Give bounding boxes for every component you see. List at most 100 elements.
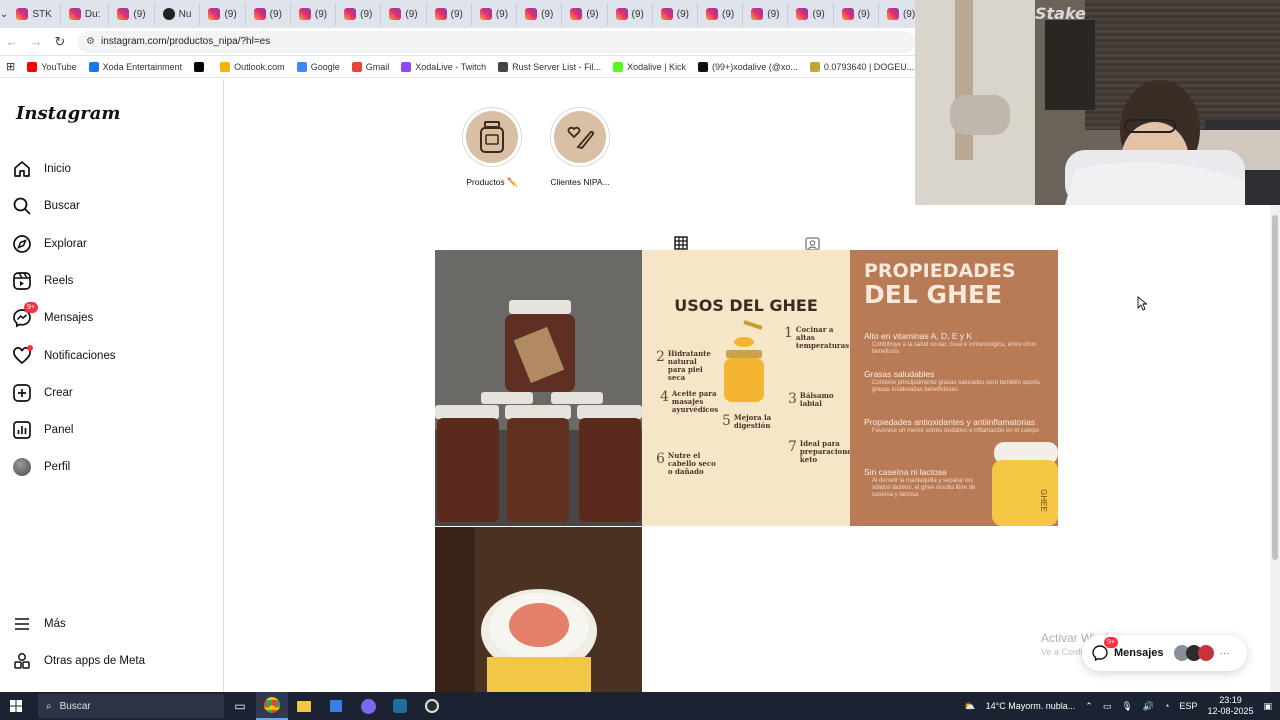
sidebar-item-buscar[interactable]: Buscar [12, 192, 80, 220]
task-view-icon[interactable]: ▭ [224, 692, 256, 720]
taskbar-search[interactable]: ⌕ Buscar [38, 694, 224, 718]
bookmark-label: Xoda Entertainment [102, 61, 183, 72]
sidebar-item-crear[interactable]: Crear [12, 379, 73, 407]
post-usos-del-ghee[interactable]: USOS DEL GHEE 1 Cocinar a altas temperatu… [642, 250, 850, 526]
browser-tab[interactable]: (9) [653, 3, 699, 25]
usos-item-number: 1 [784, 325, 793, 341]
browser-tab[interactable]: STK [8, 3, 61, 25]
wifi-icon[interactable]: ◔ [1164, 701, 1169, 711]
more-menu[interactable]: Más [12, 610, 66, 638]
chrome-taskbar-icon[interactable] [256, 692, 288, 720]
highlight-productos[interactable]: Productos ✏️ [452, 107, 532, 188]
sidebar-item-perfil[interactable]: Perfil [12, 453, 70, 481]
post-photo-jars[interactable] [435, 250, 642, 526]
microphone-icon[interactable]: 🎙 [1121, 701, 1132, 712]
browser-tab[interactable]: (9) [698, 3, 744, 25]
bookmark-item[interactable]: Rust Server List - Fil... [492, 61, 607, 72]
bookmark-item[interactable]: Xodalive | Kick [607, 61, 692, 72]
plus-square-icon [12, 383, 32, 403]
notification-icon[interactable]: ▣ [1263, 701, 1272, 712]
browser-tab[interactable]: (9) [427, 3, 472, 25]
language-indicator[interactable]: ESP [1179, 701, 1197, 711]
sidebar-item-mensajes[interactable]: 9+ Mensajes [12, 302, 93, 332]
file-explorer-icon[interactable] [288, 692, 320, 720]
usos-item: 5 Mejora la digestión [722, 413, 778, 430]
browser-tab-label: (9) [495, 8, 509, 20]
page-scrollbar[interactable] [1270, 205, 1280, 692]
bookmark-item[interactable]: Google [291, 61, 346, 72]
browser-tab[interactable]: (9) [246, 3, 291, 25]
browser-tab[interactable]: Nu [155, 3, 201, 25]
browser-tab[interactable]: (9) [381, 3, 427, 25]
infographic-title: PROPIEDADES DEL GHEE [864, 260, 1016, 309]
grid-icon [674, 235, 688, 250]
browser-tab[interactable]: (9) [743, 3, 789, 25]
usos-item-text: Nutre el cabello seco o dañado [667, 451, 716, 477]
browser-tab[interactable]: (9) [562, 3, 608, 25]
instagram-icon [841, 8, 854, 20]
scrollbar-thumb[interactable] [1272, 215, 1278, 560]
bookmark-item[interactable] [188, 61, 214, 72]
weather-icon[interactable]: ⛅ [964, 701, 975, 712]
bookmark-item[interactable]: Outlook.com [214, 61, 291, 72]
bookmark-item[interactable]: XodaLive - Twitch [395, 61, 492, 72]
propiedad-title: Sin caseína ni lactosa [864, 467, 947, 477]
bookmark-item[interactable]: Gmail [346, 61, 396, 72]
clock[interactable]: 23:19 12-08-2025 [1207, 695, 1253, 717]
store-icon[interactable] [320, 692, 352, 720]
meta-apps-menu[interactable]: Otras apps de Meta [12, 647, 145, 675]
browser-tab[interactable]: (9) [879, 3, 915, 25]
weather-text[interactable]: 14°C Mayorm. nubla... [986, 701, 1076, 711]
browser-tab[interactable]: (9) [472, 3, 518, 25]
bookmark-favicon-icon [351, 61, 362, 72]
sidebar-item-label: Inicio [44, 163, 71, 175]
post-photo-ghee-jar[interactable] [435, 527, 642, 692]
sidebar-item-reels[interactable]: Reels [12, 267, 73, 295]
browser-tab[interactable]: (9) [517, 3, 563, 25]
instagram-icon [117, 8, 130, 20]
browser-tab-label: (9) [314, 8, 328, 20]
sidebar-item-explorar[interactable]: Explorar [12, 230, 87, 258]
browser-tab[interactable]: (9) [788, 3, 834, 25]
sidebar-item-inicio[interactable]: Inicio [12, 155, 71, 183]
bookmark-item[interactable]: 0.0793640 | DOGEU... [804, 61, 915, 72]
more-dots-icon[interactable]: ··· [1220, 648, 1230, 659]
jar-icon [466, 111, 518, 163]
browser-tab-label: (9) [541, 8, 554, 20]
browser-tab[interactable]: (9) [109, 3, 155, 25]
site-info-icon[interactable]: ⚙ [86, 36, 95, 47]
sidebar-item-panel[interactable]: Panel [12, 416, 73, 444]
browser-tab[interactable]: (9) [200, 3, 246, 25]
usos-item: 3 Bálsamo labial [788, 391, 842, 408]
browser-tab[interactable]: (9) [834, 3, 879, 25]
bookmark-favicon-icon [698, 61, 708, 72]
sidebar-item-notificaciones[interactable]: Notificaciones [12, 342, 116, 370]
instagram-icon [344, 8, 357, 20]
discord-icon[interactable] [352, 692, 384, 720]
bookmark-item[interactable]: (99+)xodalive (@xo... [692, 61, 804, 72]
chevron-up-icon[interactable]: ⌃ [1085, 701, 1093, 712]
browser-tab[interactable]: (9) [608, 3, 653, 25]
address-bar[interactable]: ⚙ instagram.com/productos_nipa/?hl=es [78, 30, 915, 53]
steam-icon[interactable] [384, 692, 416, 720]
browser-tab-label: (9) [269, 8, 282, 20]
forward-icon[interactable]: → [24, 34, 48, 49]
tab-search-icon[interactable]: ⌄ [0, 9, 8, 20]
volume-icon[interactable]: 🔊 [1143, 701, 1154, 712]
instagram-icon [479, 8, 492, 20]
reload-icon[interactable]: ↻ [48, 34, 72, 50]
windows-start-icon[interactable] [0, 692, 32, 720]
apps-icon[interactable]: ⊞ [0, 60, 21, 73]
obs-icon[interactable] [416, 692, 448, 720]
network-icon[interactable]: ▭ [1103, 701, 1112, 712]
bookmark-item[interactable]: YouTube [21, 61, 82, 72]
browser-tab[interactable]: Du: [61, 3, 110, 25]
bookmark-item[interactable]: Xoda Entertainment [83, 61, 189, 72]
browser-tab[interactable]: (9) [291, 3, 337, 25]
instagram-logo[interactable]: Instagram [16, 103, 120, 124]
browser-tab[interactable]: (9) [336, 3, 382, 25]
highlight-clientes[interactable]: Clientes NIPA... [540, 107, 620, 187]
post-propiedades-del-ghee[interactable]: PROPIEDADES DEL GHEE Alto en vitaminas A… [850, 250, 1058, 526]
back-icon[interactable]: ← [0, 34, 24, 49]
messages-pill[interactable]: 9+ Mensajes ··· [1082, 635, 1247, 671]
